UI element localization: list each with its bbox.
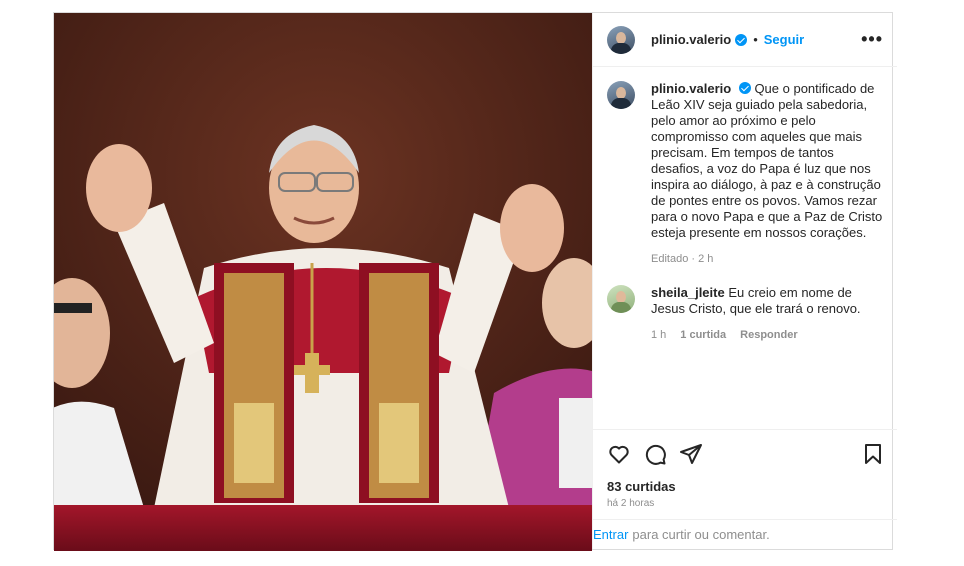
- comment-text-block: sheila_jleite Eu creio em nome de Jesus …: [651, 285, 883, 317]
- comment-box-placeholder: para curtir ou comentar.: [632, 527, 770, 542]
- post-time[interactable]: há 2 horas: [593, 494, 897, 519]
- share-icon[interactable]: [679, 442, 703, 466]
- author-avatar[interactable]: [607, 81, 635, 109]
- verified-badge-icon: [738, 82, 751, 94]
- author-username[interactable]: plinio.valerio: [651, 32, 731, 47]
- instagram-post: plinio.valerio • Seguir ••• plinio.valer…: [53, 12, 897, 551]
- more-options-icon[interactable]: •••: [861, 29, 883, 50]
- commenter-avatar[interactable]: [607, 285, 635, 313]
- caption-text: Que o pontificado de Leão XIV seja guiad…: [651, 81, 883, 240]
- bookmark-icon[interactable]: [861, 442, 885, 466]
- follow-button[interactable]: Seguir: [764, 32, 804, 47]
- caption-body: plinio.valerio Que o pontificado de Leão…: [651, 81, 883, 267]
- post-sidebar: plinio.valerio • Seguir ••• plinio.valer…: [592, 13, 897, 549]
- post-photo[interactable]: [54, 13, 592, 551]
- post-header: plinio.valerio • Seguir •••: [593, 13, 897, 67]
- separator-dot: •: [753, 32, 758, 47]
- verified-badge-icon: [735, 33, 748, 46]
- pope-balcony-image: [54, 13, 592, 551]
- heart-icon[interactable]: [607, 442, 631, 466]
- comment-time[interactable]: 1 h: [651, 327, 666, 343]
- comment-box: Entrar para curtir ou comentar.: [593, 519, 897, 549]
- login-link[interactable]: Entrar: [593, 527, 628, 542]
- caption-meta: Editado · 2 h: [651, 251, 883, 267]
- likes-count[interactable]: 83 curtidas: [593, 477, 897, 494]
- comment-likes[interactable]: 1 curtida: [680, 327, 726, 343]
- comment-item: sheila_jleite Eu creio em nome de Jesus …: [607, 285, 883, 343]
- caption-text-block: plinio.valerio Que o pontificado de Leão…: [651, 81, 883, 241]
- caption: plinio.valerio Que o pontificado de Leão…: [607, 81, 883, 267]
- comment-meta: 1 h 1 curtida Responder: [651, 327, 883, 343]
- caption-edited-time: Editado · 2 h: [651, 253, 714, 265]
- action-bar: [593, 429, 897, 477]
- reply-button[interactable]: Responder: [740, 327, 797, 343]
- author-avatar[interactable]: [607, 25, 635, 54]
- comments-section: plinio.valerio Que o pontificado de Leão…: [593, 67, 897, 429]
- caption-username[interactable]: plinio.valerio: [651, 81, 731, 96]
- comment-username[interactable]: sheila_jleite: [651, 285, 725, 300]
- comment-body: sheila_jleite Eu creio em nome de Jesus …: [651, 285, 883, 343]
- comment-icon[interactable]: [643, 442, 667, 466]
